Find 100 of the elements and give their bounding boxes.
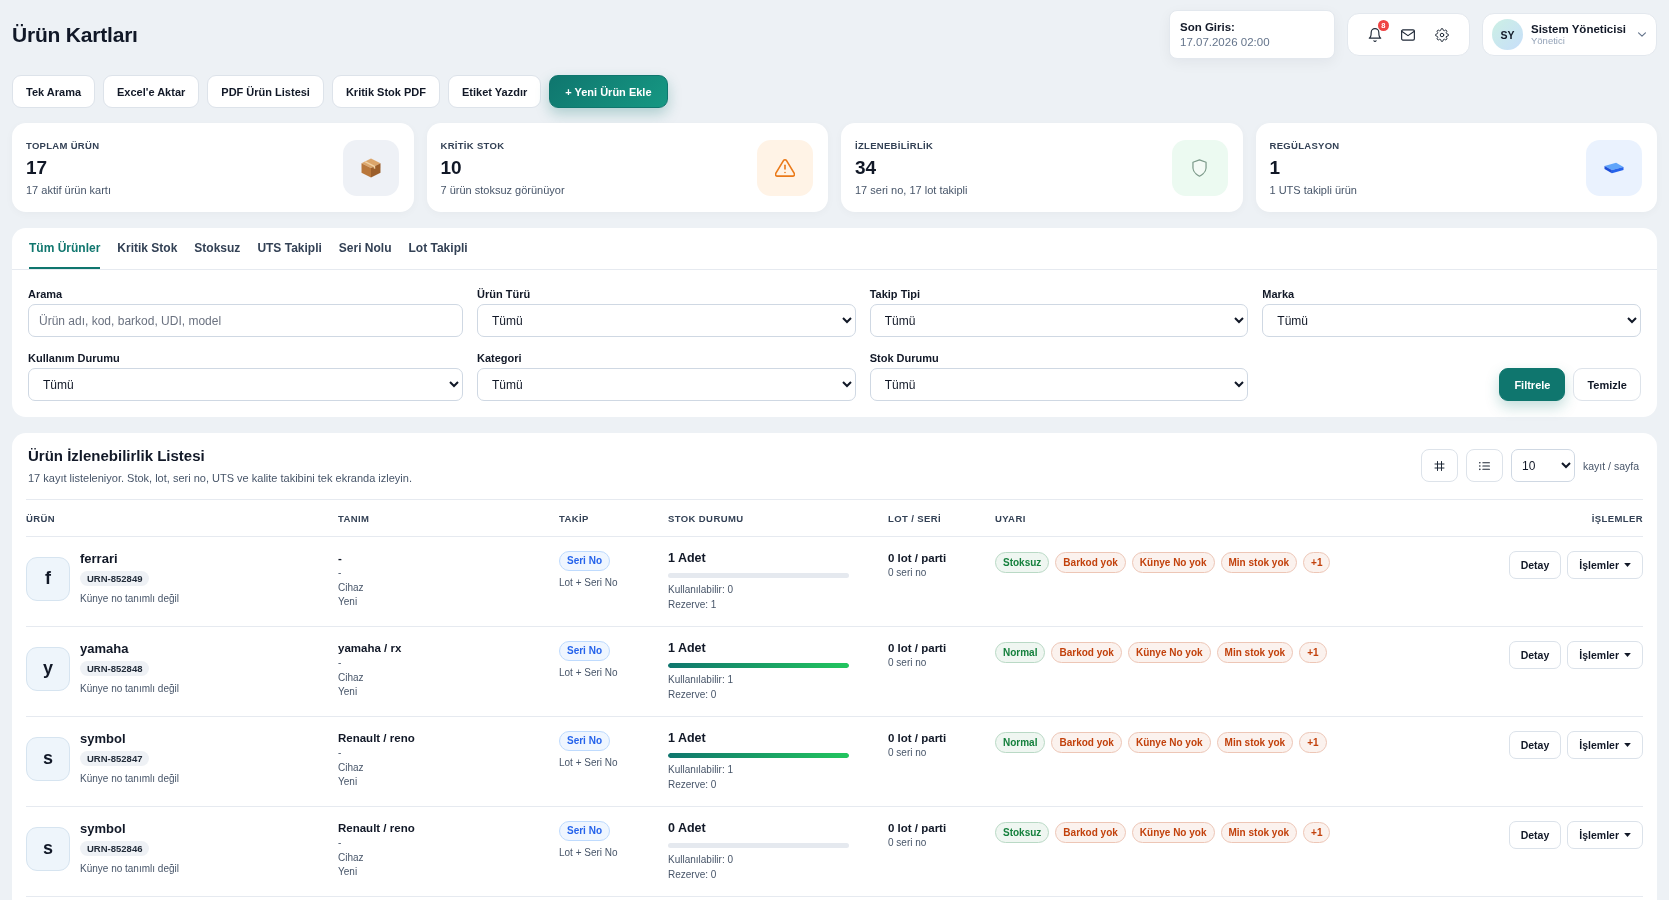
warning-tag: +1 xyxy=(1299,642,1327,663)
definition-title: - xyxy=(338,551,342,566)
lot-count: 0 lot / parti xyxy=(888,551,947,566)
product-initial: s xyxy=(26,826,70,871)
definition-line: Yeni xyxy=(338,685,358,699)
clear-button[interactable]: Temizle xyxy=(1573,368,1641,401)
definition-line: - xyxy=(338,746,342,760)
mail-icon[interactable] xyxy=(1401,27,1416,42)
filter-button[interactable]: Filtrele xyxy=(1499,368,1566,401)
product-name: symbol xyxy=(80,821,126,836)
definition-line: - xyxy=(338,656,342,670)
stat-label: KRİTİK STOK xyxy=(440,139,506,151)
caret-icon xyxy=(1624,653,1631,657)
select-field[interactable]: Tümü xyxy=(869,304,1249,337)
warning-tag: +1 xyxy=(1303,822,1331,843)
tracking-detail: Lot + Seri No xyxy=(559,756,618,770)
definition-line: Cihaz xyxy=(338,850,364,865)
toolbar-button[interactable]: Tek Arama xyxy=(12,75,96,108)
filter-label: Kategori xyxy=(477,352,523,364)
product-code: URN-852846 xyxy=(80,841,150,856)
actions-menu-button[interactable]: İşlemler xyxy=(1567,641,1643,669)
filter-label: Kullanım Durumu xyxy=(28,352,121,364)
toolbar-button[interactable]: + Yeni Ürün Ekle xyxy=(549,75,668,108)
last-login-time: 17.07.2026 02:00 xyxy=(1180,36,1271,48)
filter-label: Ürün Türü xyxy=(477,288,532,300)
select-field[interactable]: Tümü xyxy=(28,368,463,401)
warning-tag: +1 xyxy=(1299,732,1327,753)
box-icon xyxy=(342,139,399,196)
product-initial: s xyxy=(26,736,70,781)
caret-icon xyxy=(1624,743,1631,747)
toolbar-button[interactable]: Etiket Yazdır xyxy=(448,75,542,108)
select-field[interactable]: Tümü xyxy=(477,304,856,337)
filter-tab[interactable]: Stoksuz xyxy=(194,228,241,269)
filter-tab[interactable]: UTS Takipli xyxy=(257,228,322,269)
column-header: LOT / SERİ xyxy=(888,512,943,524)
list-icon xyxy=(1478,460,1490,471)
select-field[interactable]: Tümü xyxy=(869,368,1249,401)
product-note: Künye no tanımlı değil xyxy=(80,682,179,696)
detail-button[interactable]: Detay xyxy=(1508,731,1562,759)
actions-menu-button[interactable]: İşlemler xyxy=(1567,731,1643,759)
stock-quantity: 1 Adet xyxy=(668,731,706,746)
warning-tag: Min stok yok xyxy=(1216,642,1294,663)
tracking-tag: Seri No xyxy=(559,551,610,571)
stock-available: Kullanılabilir: 0 xyxy=(668,583,734,597)
chevron-icon xyxy=(1638,32,1646,37)
detail-button[interactable]: Detay xyxy=(1508,551,1562,579)
stat-label: REGÜLASYON xyxy=(1269,139,1341,151)
detail-button[interactable]: Detay xyxy=(1508,821,1562,849)
tracking-tag: Seri No xyxy=(559,641,610,661)
toolbar-button[interactable]: PDF Ürün Listesi xyxy=(207,75,324,108)
toolbar-button[interactable]: Excel'e Aktar xyxy=(103,75,200,108)
warning-tag: Stoksuz xyxy=(995,552,1050,573)
stock-quantity: 0 Adet xyxy=(668,821,706,836)
product-note: Künye no tanımlı değil xyxy=(80,862,179,876)
toolbar-button[interactable]: Kritik Stok PDF xyxy=(331,75,440,108)
compact-view-button[interactable] xyxy=(1420,449,1458,482)
filter-label: Marka xyxy=(1262,288,1296,300)
product-initial: f xyxy=(26,556,70,601)
tracking-tag: Seri No xyxy=(559,821,610,841)
warning-tag: Künye No yok xyxy=(1127,642,1211,663)
warning-tag: Normal xyxy=(995,642,1046,663)
list-view-button[interactable] xyxy=(1465,449,1503,482)
warning-tag: Barkod yok xyxy=(1051,642,1122,663)
user-menu[interactable]: SY Sistem Yöneticisi Yönetici xyxy=(1482,13,1657,56)
select-field[interactable]: Tümü xyxy=(1262,304,1641,337)
page-size-label: kayıt / sayfa xyxy=(1582,459,1639,472)
definition-line: Cihaz xyxy=(338,670,364,685)
warning-tag: Min stok yok xyxy=(1216,732,1294,753)
lot-count: 0 lot / parti xyxy=(888,821,947,836)
select-field[interactable]: Tümü xyxy=(477,368,856,401)
definition-title: Renault / reno xyxy=(338,821,415,836)
filter-tab[interactable]: Seri Nolu xyxy=(338,228,392,269)
serial-count: 0 seri no xyxy=(888,656,927,670)
filter-tab[interactable]: Lot Takipli xyxy=(408,228,468,269)
stock-available: Kullanılabilir: 1 xyxy=(668,673,734,687)
stat-caption: 17 seri no, 17 lot takipli xyxy=(855,183,968,196)
column-header: TAKİP xyxy=(559,512,590,524)
search-field[interactable]: Ürün adı, kod, barkod, UDI, model xyxy=(28,304,463,337)
warning-tag: Künye No yok xyxy=(1127,732,1211,753)
stock-available: Kullanılabilir: 0 xyxy=(668,853,734,867)
detail-button[interactable]: Detay xyxy=(1508,641,1562,669)
stat-value: 17 xyxy=(26,156,49,179)
product-name: symbol xyxy=(80,731,126,746)
warning-tag: Stoksuz xyxy=(995,822,1050,843)
bell-icon[interactable] xyxy=(1367,27,1382,42)
user-name: Sistem Yöneticisi xyxy=(1531,23,1628,35)
stat-caption: 1 UTS takipli ürün xyxy=(1269,183,1357,196)
warning-tag: +1 xyxy=(1303,552,1331,573)
definition-line: - xyxy=(338,566,342,580)
stat-label: TOPLAM ÜRÜN xyxy=(26,139,101,151)
lot-count: 0 lot / parti xyxy=(888,731,947,746)
actions-menu-button[interactable]: İşlemler xyxy=(1567,821,1643,849)
warning-tag: Künye No yok xyxy=(1131,552,1215,573)
caret-icon xyxy=(1624,563,1631,567)
filter-tab[interactable]: Kritik Stok xyxy=(117,228,178,269)
page-size-select[interactable]: 10 xyxy=(1510,449,1575,482)
settings-icon[interactable] xyxy=(1435,27,1450,42)
filter-tab[interactable]: Tüm Ürünler xyxy=(29,228,101,269)
actions-menu-button[interactable]: İşlemler xyxy=(1567,551,1643,579)
serial-count: 0 seri no xyxy=(888,566,927,580)
